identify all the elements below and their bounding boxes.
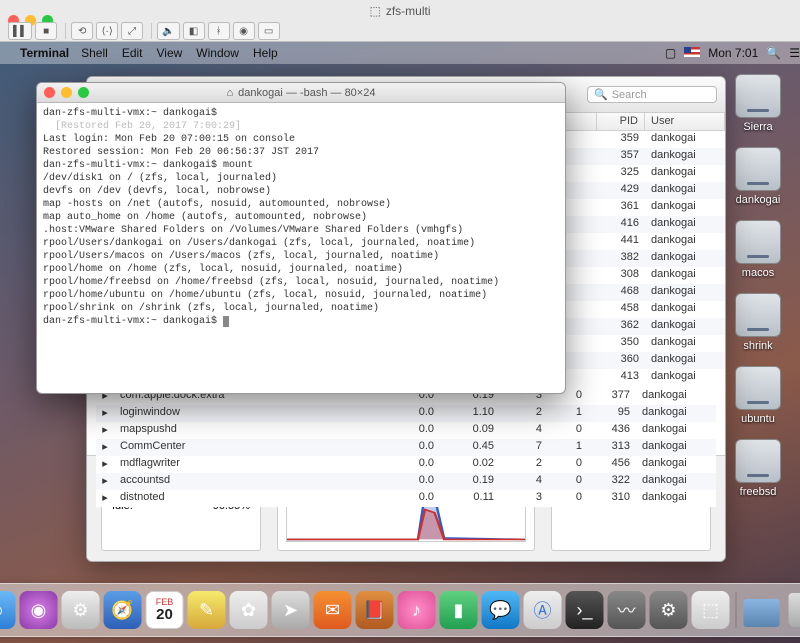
dock-separator <box>736 592 737 628</box>
table-row[interactable]: ▸distnoted0.00.1130310dankogai <box>96 490 716 507</box>
battery-icon[interactable]: ▭ <box>258 22 280 40</box>
dock-calendar[interactable]: FEB20 <box>146 591 184 629</box>
vmware-title-text: zfs-multi <box>386 4 431 18</box>
dock-terminal[interactable]: ›_ <box>566 591 604 629</box>
desktop-drive-shrink[interactable]: shrink <box>728 293 788 352</box>
menu-view[interactable]: View <box>157 46 183 60</box>
table-row[interactable]: ▸mapspushd0.00.0940436dankogai <box>96 422 716 439</box>
guest-menubar: Terminal Shell Edit View Window Help ▢ M… <box>0 42 800 64</box>
terminal-window: ⌂ dankogai — -bash — 80×24 dan-zfs-multi… <box>36 82 566 394</box>
desktop-drive-dankogai[interactable]: dankogai <box>728 147 788 206</box>
hdd-icon: ⬚ <box>369 4 380 18</box>
dock-system-preferences[interactable]: ⚙ <box>650 591 688 629</box>
am-search[interactable]: 🔍 Search <box>587 86 717 103</box>
dock-vmware-tools[interactable]: ⬚ <box>692 591 730 629</box>
terminal-body[interactable]: dan-zfs-multi-vmx:~ dankogai$ [Restored … <box>37 103 565 332</box>
dock-finder[interactable]: ☺ <box>0 591 16 629</box>
desktop-drive-macos[interactable]: macos <box>728 220 788 279</box>
expand-button[interactable]: ⤢ <box>121 22 143 40</box>
camera-icon[interactable]: ◧ <box>183 22 205 40</box>
spotlight-icon[interactable]: 🔍 <box>766 46 781 60</box>
input-flag[interactable] <box>684 46 700 60</box>
desktop-drive-freebsd[interactable]: freebsd <box>728 439 788 498</box>
col-user[interactable]: User <box>645 113 725 130</box>
vmware-toolbar: ▌▌ ■ ⟲ ⟨·⟩ ⤢ 🔈 ◧ ᚼ ◉ ▭ <box>0 20 800 42</box>
dock-itunes[interactable]: ♪ <box>398 591 436 629</box>
dock-mail[interactable]: ✉ <box>314 591 352 629</box>
menu-help[interactable]: Help <box>253 46 278 60</box>
dock-photos[interactable]: ✿ <box>230 591 268 629</box>
airplay-icon[interactable]: ▢ <box>665 46 676 60</box>
fit-button[interactable]: ⟨·⟩ <box>96 22 118 40</box>
dock-safari[interactable]: 🧭 <box>104 591 142 629</box>
table-row[interactable]: ▸CommCenter0.00.4571313dankogai <box>96 439 716 456</box>
dock-activity-monitor[interactable]: 〰 <box>608 591 646 629</box>
pause-button[interactable]: ▌▌ <box>8 22 32 40</box>
terminal-title-text: dankogai — -bash — 80×24 <box>238 87 375 99</box>
am-rows-visible: ▸com.apple.dock.extra0.00.1930377dankoga… <box>96 388 716 507</box>
terminal-titlebar: ⌂ dankogai — -bash — 80×24 <box>37 83 565 103</box>
menubar-clock[interactable]: Mon 7:01 <box>708 46 758 60</box>
dock-siri[interactable]: ◉ <box>20 591 58 629</box>
desktop-drive-ubuntu[interactable]: ubuntu <box>728 366 788 425</box>
volume-icon[interactable]: 🔈 <box>157 22 179 40</box>
dock: ☺ ◉ ⚙ 🧭 FEB20 ✎ ✿ ➤ ✉ 📕 ♪ ▮ 💬 Ⓐ ›_ 〰 ⚙ ⬚ <box>0 583 800 637</box>
app-name[interactable]: Terminal <box>20 46 69 60</box>
menu-shell[interactable]: Shell <box>81 46 108 60</box>
dock-appstore[interactable]: Ⓐ <box>524 591 562 629</box>
dock-trash[interactable] <box>785 591 800 629</box>
desktop-drive-Sierra[interactable]: Sierra <box>728 74 788 133</box>
home-icon: ⌂ <box>227 87 234 99</box>
menu-edit[interactable]: Edit <box>122 46 143 60</box>
table-row[interactable]: ▸accountsd0.00.1940322dankogai <box>96 473 716 490</box>
snapshot-button[interactable]: ⟲ <box>71 22 93 40</box>
desktop-icons: Sierra dankogai macos shrink ubuntu freebsd <box>728 74 788 498</box>
search-icon: 🔍 <box>594 88 608 101</box>
stop-button[interactable]: ■ <box>35 22 57 40</box>
table-row[interactable]: ▸mdflagwriter0.00.0220456dankogai <box>96 456 716 473</box>
dock-contacts[interactable]: 📕 <box>356 591 394 629</box>
dock-notes[interactable]: ✎ <box>188 591 226 629</box>
dock-messages[interactable]: 💬 <box>482 591 520 629</box>
vmware-chrome: ⬚ zfs-multi ▌▌ ■ ⟲ ⟨·⟩ ⤢ 🔈 ◧ ᚼ ◉ ▭ <box>0 0 800 42</box>
dock-launchpad[interactable]: ⚙ <box>62 591 100 629</box>
dock-downloads[interactable] <box>743 591 781 629</box>
dock-maps[interactable]: ➤ <box>272 591 310 629</box>
col-pid[interactable]: PID <box>597 113 645 130</box>
menu-window[interactable]: Window <box>196 46 239 60</box>
am-search-placeholder: Search <box>612 89 647 101</box>
bluetooth-icon[interactable]: ᚼ <box>208 22 230 40</box>
table-row[interactable]: ▸loginwindow0.01.102195dankogai <box>96 405 716 422</box>
menu-list-icon[interactable]: ☰ <box>789 46 800 60</box>
network-icon[interactable]: ◉ <box>233 22 255 40</box>
dock-facetime[interactable]: ▮ <box>440 591 478 629</box>
vmware-title: ⬚ zfs-multi <box>0 4 800 18</box>
